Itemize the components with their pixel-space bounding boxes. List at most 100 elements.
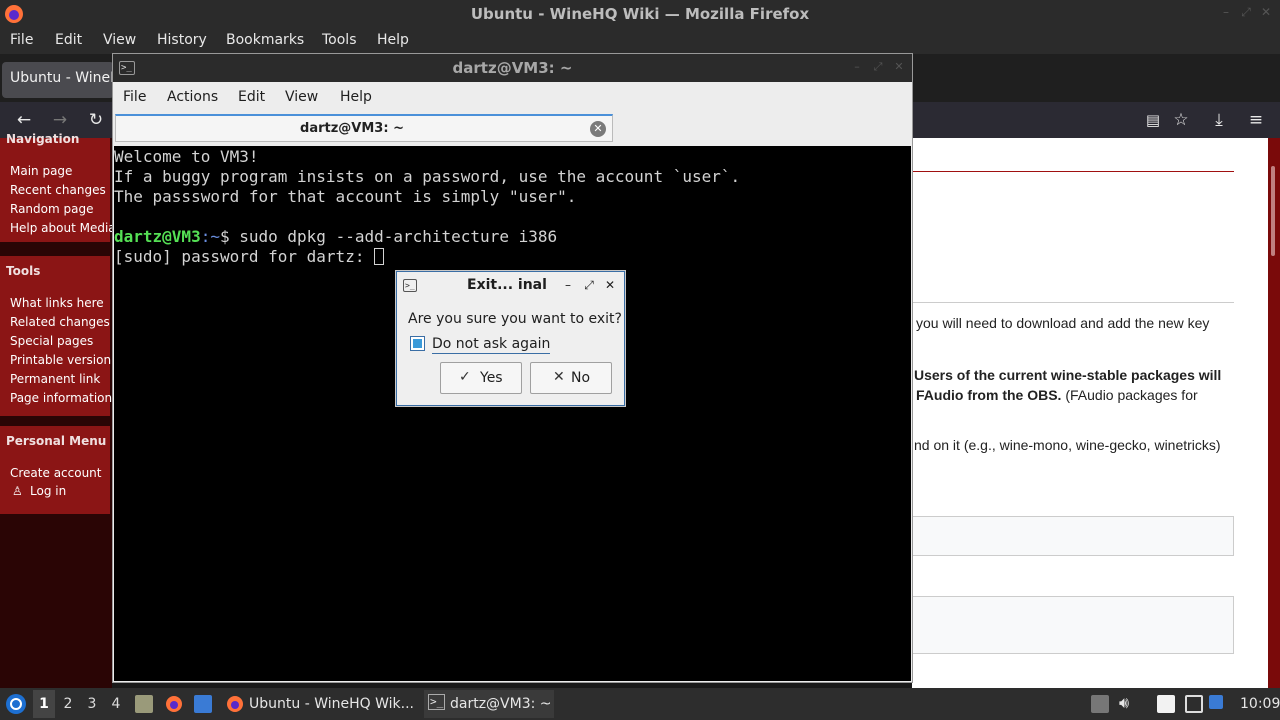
terminal-line: If a buggy program insists on a password… xyxy=(114,167,741,186)
close-icon[interactable]: ✕ xyxy=(603,278,617,292)
menu-view[interactable]: View xyxy=(103,32,136,48)
desktop-icon[interactable] xyxy=(194,695,212,713)
do-not-ask-label[interactable]: Do not ask again xyxy=(432,336,551,354)
navigation-heading: Navigation xyxy=(6,132,80,146)
sidebar-link-recent-changes[interactable]: Recent changes xyxy=(10,183,106,197)
command-text: $ sudo dpkg --add-architecture i386 xyxy=(219,227,558,246)
reload-icon[interactable]: ↻ xyxy=(85,109,107,131)
sidebar-link-printable-version[interactable]: Printable version xyxy=(10,353,111,367)
yes-button-label: Yes xyxy=(480,370,503,386)
sidebar-link-permanent-link[interactable]: Permanent link xyxy=(10,372,100,386)
sidebar-link-what-links-here[interactable]: What links here xyxy=(10,296,104,310)
terminal-titlebar[interactable]: >_ dartz@VM3: ~ – ⤢ ✕ xyxy=(113,54,912,82)
reader-view-icon[interactable]: ▤ xyxy=(1142,109,1164,131)
menu-help[interactable]: Help xyxy=(377,32,409,48)
sudo-prompt-line: [sudo] password for dartz: xyxy=(114,247,385,267)
personal-menu-heading: Personal Menu xyxy=(6,434,107,448)
sidebar-link-special-pages[interactable]: Special pages xyxy=(10,334,93,348)
tray-updates-icon[interactable] xyxy=(1091,695,1109,713)
sidebar-link-page-information[interactable]: Page information xyxy=(10,391,112,405)
sidebar-link-random-page[interactable]: Random page xyxy=(10,202,93,216)
bookmark-star-icon[interactable]: ☆ xyxy=(1170,109,1192,131)
terminal-icon: >_ xyxy=(428,694,446,710)
navigation-panel: Navigation Main page Recent changes Rand… xyxy=(0,132,116,242)
file-manager-icon[interactable] xyxy=(135,695,153,713)
taskbar: 1 2 3 4 Ubuntu - WineHQ Wik... >_ dartz@… xyxy=(0,688,1280,720)
page-scrollbar[interactable] xyxy=(1268,138,1280,688)
hamburger-menu-icon[interactable]: ≡ xyxy=(1245,109,1267,131)
terminal-menu-view[interactable]: View xyxy=(285,89,318,105)
terminal-tab[interactable]: dartz@VM3: ~ ✕ xyxy=(115,114,613,142)
volume-icon[interactable]: 🔊︎ xyxy=(1119,693,1129,713)
back-icon[interactable]: ← xyxy=(13,109,35,131)
no-button-label: No xyxy=(571,370,591,386)
terminal-line: The passsword for that account is simply… xyxy=(114,187,577,206)
terminal-menu-actions[interactable]: Actions xyxy=(167,89,218,105)
firefox-icon xyxy=(227,696,243,712)
sidebar-link-related-changes[interactable]: Related changes xyxy=(10,315,110,329)
minimize-icon[interactable]: – xyxy=(850,60,864,74)
taskbar-terminal-task[interactable]: >_ dartz@VM3: ~ xyxy=(424,690,554,718)
terminal-menu-help[interactable]: Help xyxy=(340,89,372,105)
forward-icon[interactable]: → xyxy=(49,109,71,131)
content-normal-text: (FAudio packages for xyxy=(1061,387,1198,403)
maximize-icon[interactable]: ⤢ xyxy=(1238,4,1254,20)
sidebar-link-log-in[interactable]: Log in xyxy=(30,484,66,498)
sudo-prompt: [sudo] password for dartz: xyxy=(114,247,375,266)
terminal-menu-edit[interactable]: Edit xyxy=(238,89,265,105)
dialog-question: Are you sure you want to exit? xyxy=(408,311,622,327)
terminal-menu-file[interactable]: File xyxy=(123,89,146,105)
terminal-output[interactable]: Welcome to VM3! If a buggy program insis… xyxy=(114,146,911,681)
taskbar-firefox-task[interactable]: Ubuntu - WineHQ Wik... xyxy=(222,690,420,718)
firefox-launcher-icon[interactable] xyxy=(165,695,183,713)
maximize-icon[interactable]: ⤢ xyxy=(871,60,885,74)
menu-file[interactable]: File xyxy=(10,32,33,48)
menu-bookmarks[interactable]: Bookmarks xyxy=(226,32,304,48)
workspace-1[interactable]: 1 xyxy=(33,690,55,718)
firefox-titlebar: Ubuntu - WineHQ Wiki — Mozilla Firefox –… xyxy=(0,0,1280,28)
content-mixed-line: FAudio from the OBS. (FAudio packages fo… xyxy=(916,387,1198,403)
minimize-icon[interactable]: – xyxy=(1218,4,1234,20)
do-not-ask-checkbox[interactable] xyxy=(410,336,425,351)
menu-tools[interactable]: Tools xyxy=(322,32,357,48)
tab-close-icon[interactable]: ✕ xyxy=(590,121,606,137)
sidebar-link-main-page[interactable]: Main page xyxy=(10,164,72,178)
clipboard-icon[interactable] xyxy=(1157,695,1175,713)
no-button[interactable]: ✕ No xyxy=(530,362,612,394)
minimize-icon[interactable]: – xyxy=(561,278,575,292)
terminal-window-title: dartz@VM3: ~ xyxy=(452,59,573,77)
clock[interactable]: 10:09 xyxy=(1240,696,1280,712)
scrollbar-thumb[interactable] xyxy=(1271,166,1275,256)
yes-button[interactable]: ✓ Yes xyxy=(440,362,522,394)
content-text-line: nd on it (e.g., wine-mono, wine-gecko, w… xyxy=(914,437,1221,453)
maximize-icon[interactable]: ⤢ xyxy=(582,278,596,292)
sidebar-link-create-account[interactable]: Create account xyxy=(10,466,102,480)
firefox-window-title: Ubuntu - WineHQ Wiki — Mozilla Firefox xyxy=(470,5,810,23)
notification-icon[interactable] xyxy=(1209,695,1223,709)
close-icon[interactable]: ✕ xyxy=(1258,4,1274,20)
workspace-4[interactable]: 4 xyxy=(105,690,127,718)
wiki-sidebar: Navigation Main page Recent changes Rand… xyxy=(0,132,116,688)
sidebar-link-help[interactable]: Help about Media xyxy=(10,221,116,235)
start-menu-icon[interactable] xyxy=(5,693,27,715)
workspace-3[interactable]: 3 xyxy=(81,690,103,718)
exit-dialog: >_ Exit... inal – ⤢ ✕ Are you sure you w… xyxy=(396,271,625,406)
display-icon[interactable] xyxy=(1185,695,1203,713)
terminal-icon: >_ xyxy=(403,279,417,292)
workspace-2[interactable]: 2 xyxy=(57,690,79,718)
close-icon[interactable]: ✕ xyxy=(892,60,906,74)
code-box xyxy=(912,596,1234,654)
tools-panel: Tools What links here Related changes Sp… xyxy=(0,256,112,416)
tab-ubuntu-winehq[interactable]: Ubuntu - WineH xyxy=(2,62,114,98)
check-icon: ✓ xyxy=(459,369,471,385)
content-bold-line: Users of the current wine-stable package… xyxy=(914,367,1222,383)
terminal-menubar: File Actions Edit View Help xyxy=(113,82,912,112)
text-cursor xyxy=(374,248,385,265)
dialog-title: Exit... inal xyxy=(467,277,547,293)
x-icon: ✕ xyxy=(553,369,565,385)
downloads-icon[interactable]: ⤓ xyxy=(1208,109,1230,131)
prompt-user: dartz@VM3 xyxy=(114,227,201,246)
dialog-titlebar[interactable]: >_ Exit... inal – ⤢ ✕ xyxy=(397,272,624,300)
menu-edit[interactable]: Edit xyxy=(55,32,82,48)
menu-history[interactable]: History xyxy=(157,32,207,48)
